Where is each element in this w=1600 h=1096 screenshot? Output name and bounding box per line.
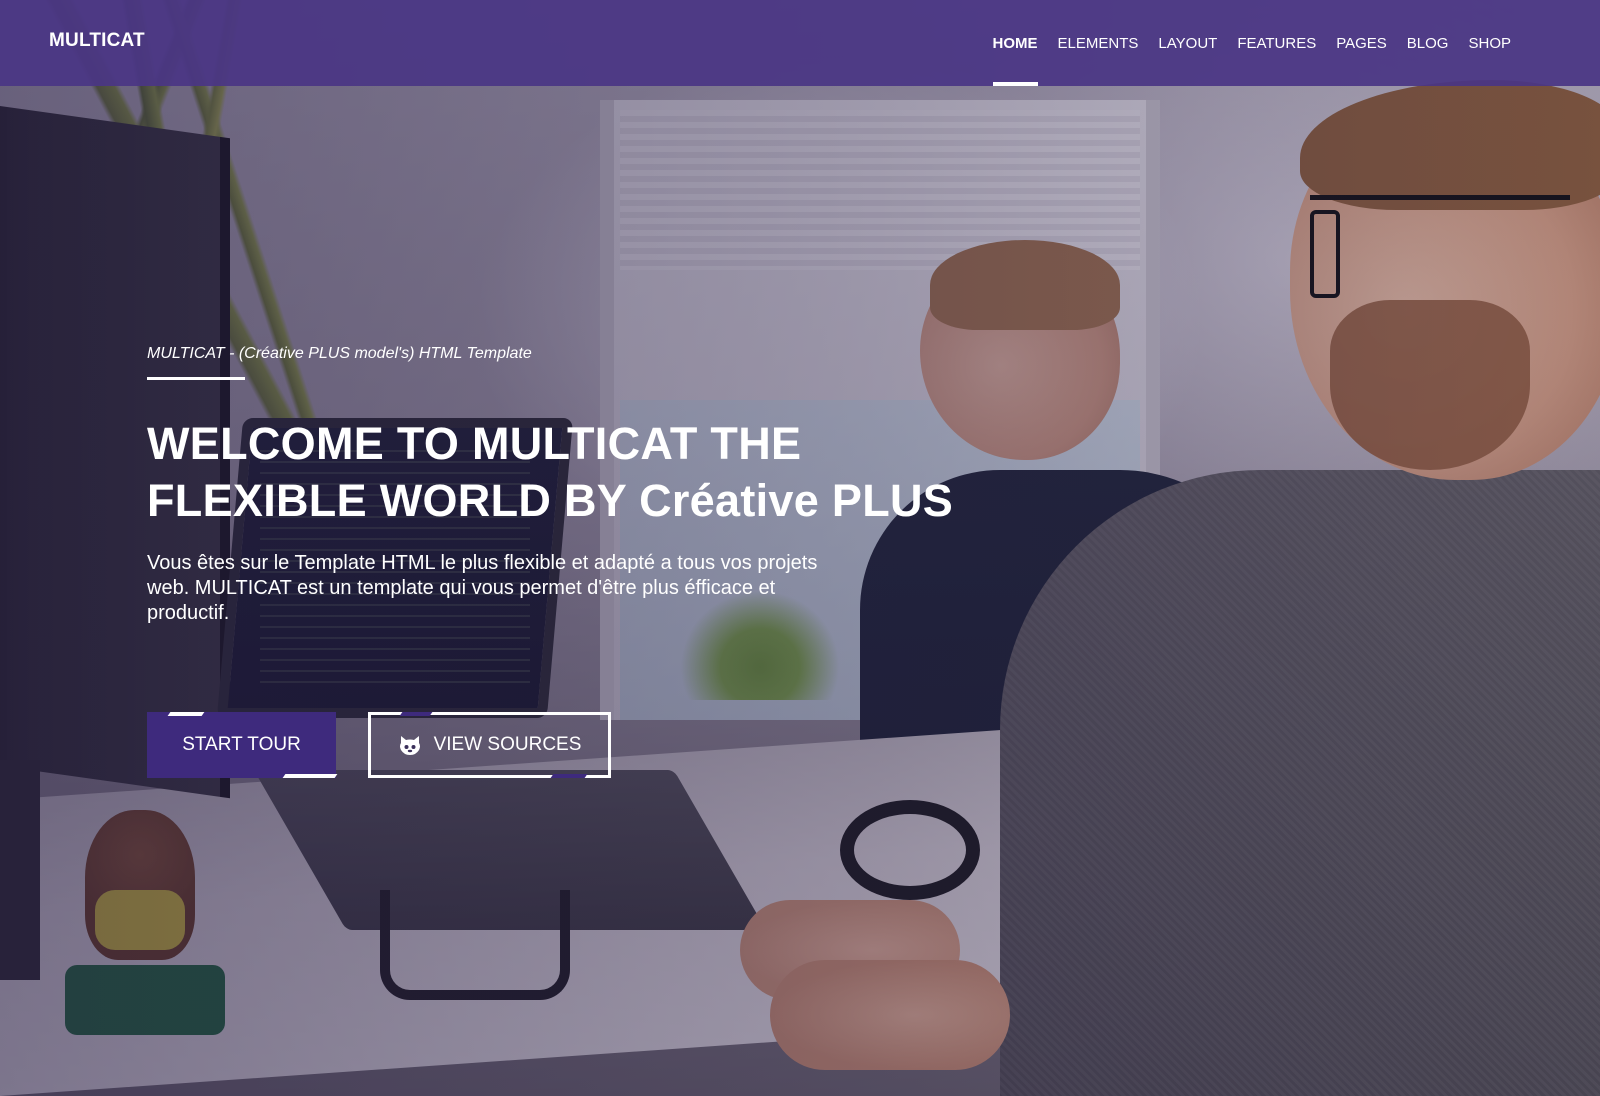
hero-tagline: MULTICAT - (Créative PLUS model's) HTML …	[147, 345, 532, 362]
top-navbar: MULTICAT HOME ELEMENTS LAYOUT FEATURES P…	[0, 0, 1600, 86]
main-menu: HOME ELEMENTS LAYOUT FEATURES PAGES BLOG…	[992, 0, 1511, 86]
tagline-underline	[147, 377, 245, 380]
nav-item-shop[interactable]: SHOP	[1468, 0, 1511, 86]
hero-description: Vous êtes sur le Template HTML le plus f…	[147, 552, 818, 624]
start-tour-label: START TOUR	[182, 734, 301, 755]
nav-item-features[interactable]: FEATURES	[1237, 0, 1316, 86]
brand-logo[interactable]: MULTICAT	[49, 30, 145, 52]
nav-item-home[interactable]: HOME	[992, 0, 1038, 86]
nav-item-blog[interactable]: BLOG	[1407, 0, 1449, 86]
nav-item-elements[interactable]: ELEMENTS	[1058, 0, 1139, 86]
hero-section: MULTICAT - (Créative PLUS model's) HTML …	[147, 340, 1047, 626]
hero-title: WELCOME TO MULTICAT THE FLEXIBLE WORLD B…	[147, 418, 954, 526]
start-tour-button[interactable]: START TOUR	[147, 712, 336, 778]
nav-item-layout[interactable]: LAYOUT	[1158, 0, 1217, 86]
nav-item-pages[interactable]: PAGES	[1336, 0, 1387, 86]
view-sources-button[interactable]: VIEW SOURCES	[368, 712, 611, 778]
hero-buttons: START TOUR VIEW SOURCES	[147, 712, 611, 778]
github-icon	[398, 734, 422, 756]
view-sources-label: VIEW SOURCES	[433, 734, 582, 755]
